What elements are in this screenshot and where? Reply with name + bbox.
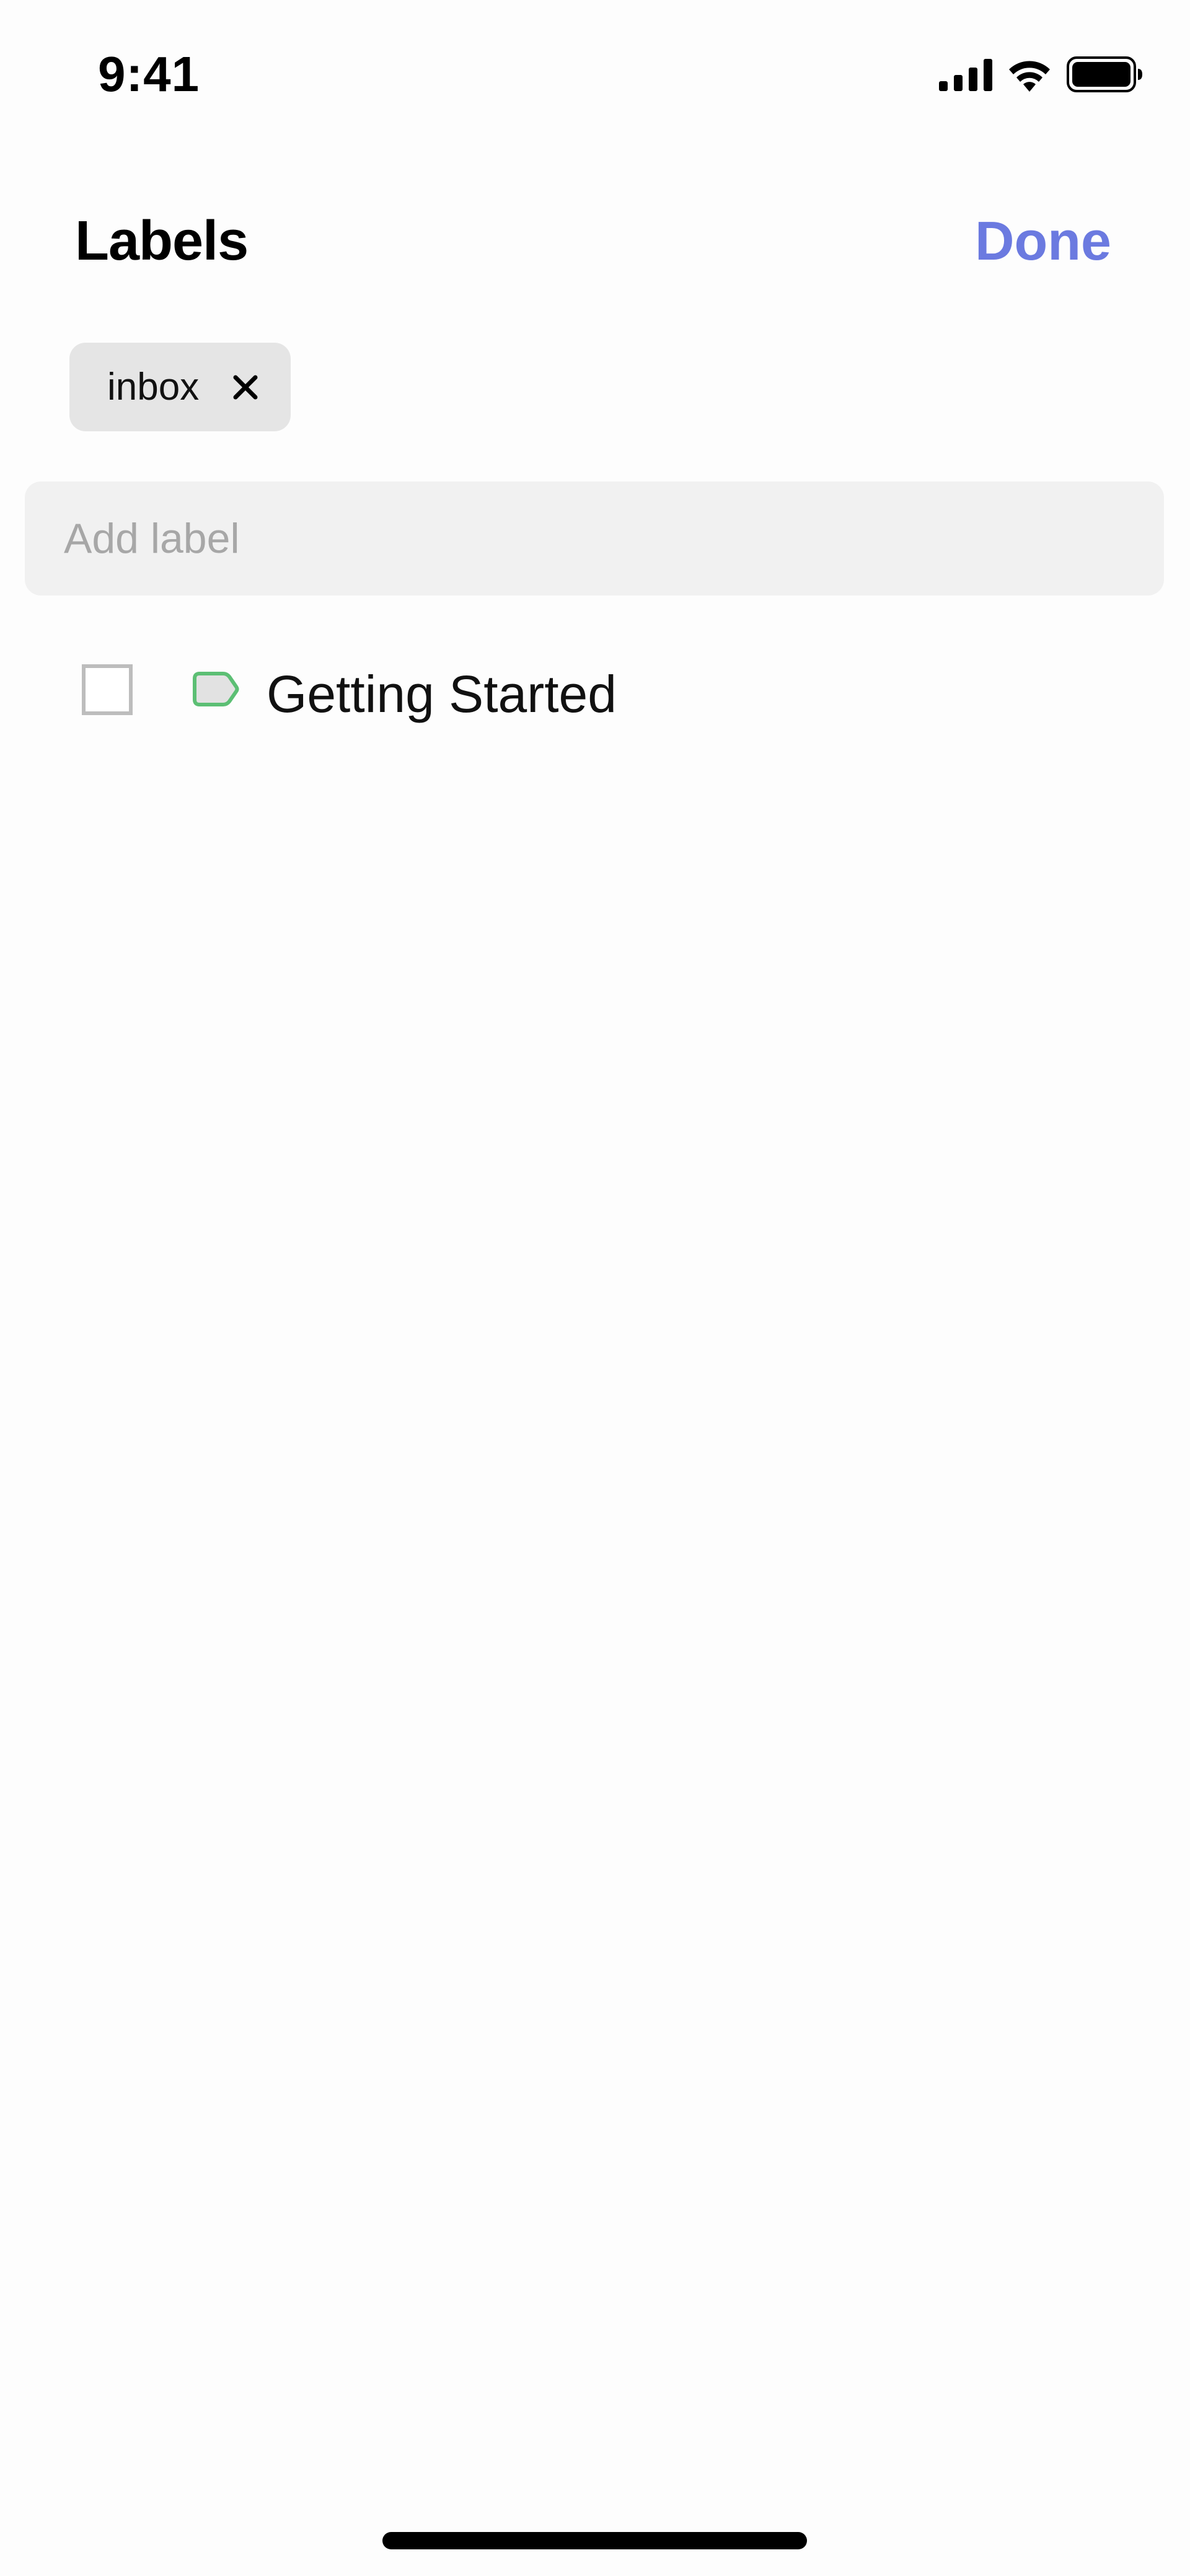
- tag-icon: [193, 672, 239, 706]
- label-chip-text: inbox: [107, 365, 200, 408]
- done-button[interactable]: Done: [975, 207, 1111, 275]
- wifi-icon: [1009, 61, 1050, 92]
- selected-labels: inbox: [69, 343, 291, 431]
- label-checkbox[interactable]: [82, 664, 133, 715]
- status-bar: 9:41: [0, 0, 1190, 146]
- remove-label-button[interactable]: [232, 374, 258, 400]
- status-time: 9:41: [98, 46, 200, 102]
- home-indicator: [382, 2532, 807, 2549]
- battery-icon: [1067, 56, 1142, 92]
- add-label-field: [25, 481, 1164, 596]
- cellular-signal-icon: [939, 59, 992, 91]
- close-icon: [233, 375, 258, 399]
- add-label-input[interactable]: [25, 481, 1164, 596]
- page-title: Labels: [75, 210, 249, 272]
- label-name: Getting Started: [267, 665, 617, 723]
- list-item[interactable]: Getting Started: [0, 638, 1190, 744]
- status-icons: [939, 53, 1144, 96]
- label-list: Getting Started: [0, 638, 1190, 744]
- header: Labels Done: [0, 198, 1190, 285]
- label-chip: inbox: [69, 343, 291, 431]
